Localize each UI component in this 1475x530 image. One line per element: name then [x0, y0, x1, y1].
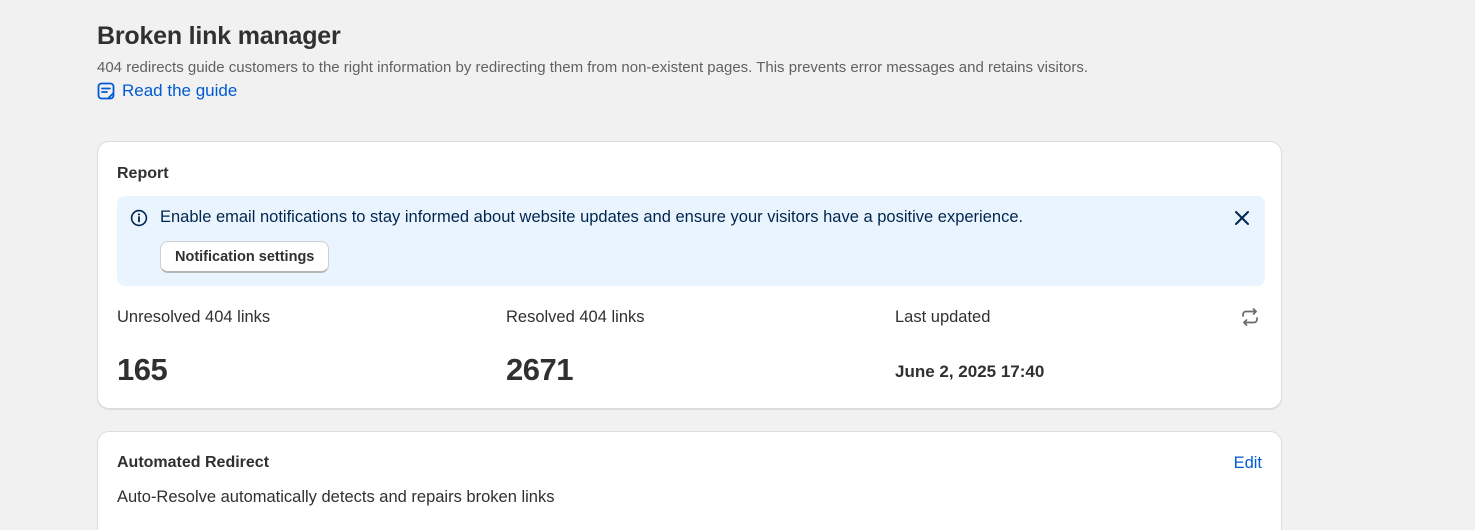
page-title: Broken link manager	[97, 22, 341, 50]
edit-link[interactable]: Edit	[1234, 454, 1262, 473]
stat-value: June 2, 2025 17:40	[895, 362, 1045, 381]
stat-label: Last updated	[895, 308, 991, 326]
stat-last-updated: Last updated June 2, 2025 17:40	[895, 308, 1044, 381]
page-subtitle: 404 redirects guide customers to the rig…	[97, 59, 1089, 76]
refresh-icon[interactable]	[1239, 306, 1261, 333]
stat-resolved: Resolved 404 links 2671	[506, 308, 645, 387]
stat-value: 165	[117, 352, 168, 387]
report-heading: Report	[117, 165, 169, 182]
stat-unresolved: Unresolved 404 links 165	[117, 308, 271, 387]
banner-text: Enable email notifications to stay infor…	[160, 208, 1024, 226]
read-guide-link[interactable]: Read the guide	[97, 81, 1088, 101]
automated-redirect-heading: Automated Redirect	[117, 454, 270, 471]
page: Broken link manager 404 redirects guide …	[0, 0, 1475, 530]
close-icon[interactable]	[1233, 209, 1251, 232]
read-guide-label: Read the guide	[122, 81, 238, 100]
automated-redirect-description: Auto-Resolve automatically detects and r…	[117, 488, 555, 506]
automated-redirect-card: Automated Redirect Edit Auto-Resolve aut…	[97, 431, 1282, 530]
report-card: Report Enable email notifications to sta…	[97, 141, 1282, 409]
stat-label: Resolved 404 links	[506, 308, 645, 326]
notification-settings-button[interactable]: Notification settings	[160, 241, 330, 273]
info-icon	[130, 209, 148, 232]
guide-icon	[97, 82, 115, 100]
stat-value: 2671	[506, 352, 573, 387]
stat-label: Unresolved 404 links	[117, 308, 271, 326]
page-header: Broken link manager 404 redirects guide …	[97, 22, 1088, 101]
notification-banner: Enable email notifications to stay infor…	[117, 196, 1265, 286]
